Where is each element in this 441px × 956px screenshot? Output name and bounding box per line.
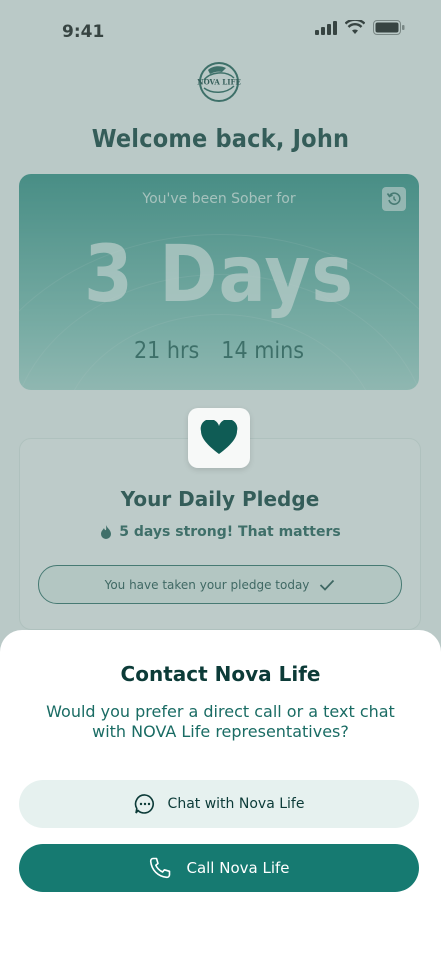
sheet-description: Would you prefer a direct call or a text… — [46, 702, 395, 741]
phone-icon — [150, 857, 171, 879]
chat-button-label: Chat with Nova Life — [167, 796, 305, 812]
chat-icon — [134, 794, 154, 814]
call-nova-life-button[interactable]: Call Nova Life — [19, 844, 419, 892]
contact-bottom-sheet: Contact Nova Life Would you prefer a dir… — [0, 630, 441, 956]
call-button-label: Call Nova Life — [186, 859, 290, 877]
pledge-heart-badge — [188, 408, 250, 468]
chat-with-nova-life-button[interactable]: Chat with Nova Life — [19, 780, 419, 828]
sheet-title: Contact Nova Life — [120, 662, 321, 686]
heart-icon — [200, 420, 238, 454]
